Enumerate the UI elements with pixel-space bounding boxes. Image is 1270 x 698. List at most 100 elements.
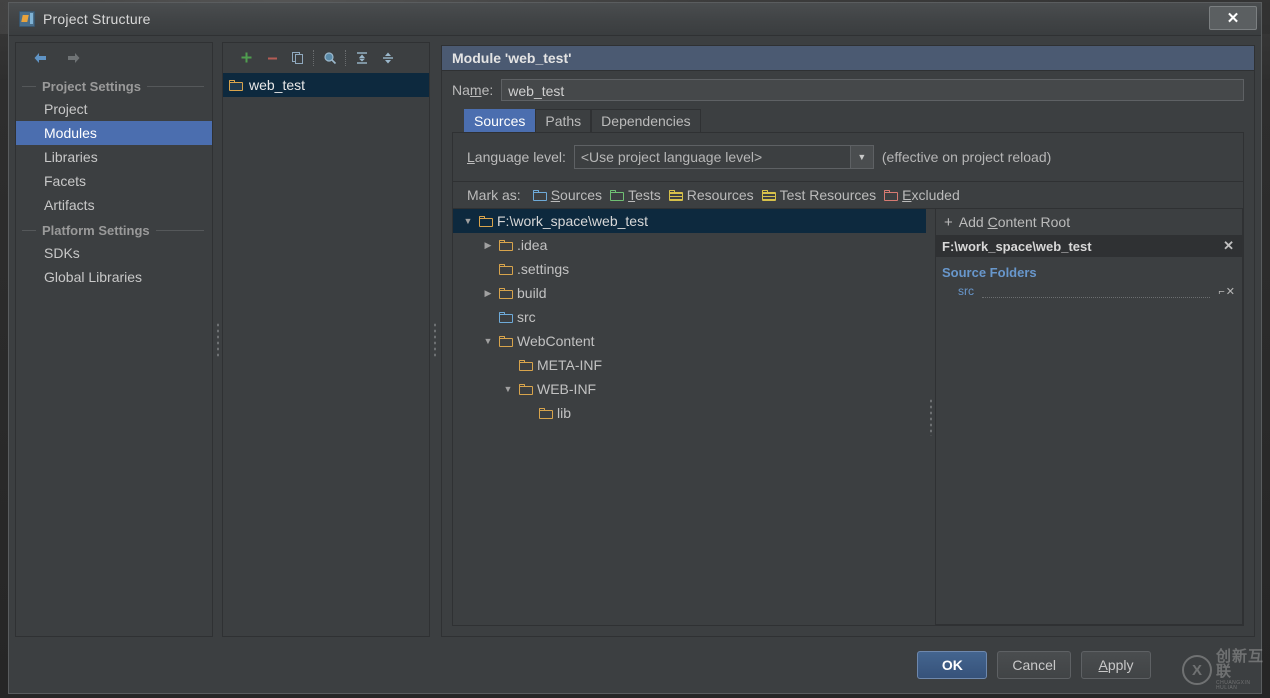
sidebar-item-sdks[interactable]: SDKs [16, 241, 212, 265]
chevron-down-icon[interactable]: ▼ [849, 146, 873, 168]
platform-settings-group: Platform Settings SDKs Global Libraries [16, 217, 212, 289]
table-row[interactable]: ▶ .idea [453, 233, 926, 257]
folder-icon [499, 239, 513, 251]
plus-icon: + [944, 213, 953, 231]
mark-as-test-resources[interactable]: Test Resources [761, 187, 877, 203]
chevron-down-icon[interactable]: ▼ [461, 214, 475, 228]
folder-icon [499, 263, 513, 275]
module-header: Module 'web_test' [441, 45, 1255, 71]
settings-categories-pane: Project Settings Project Modules Librari… [15, 42, 213, 637]
apply-button[interactable]: Apply [1081, 651, 1151, 679]
tab-dependencies[interactable]: Dependencies [591, 109, 701, 132]
mark-as-test-resources-label: Test Resources [779, 187, 877, 203]
tab-sources[interactable]: Sources [464, 109, 536, 132]
sidebar-item-artifacts[interactable]: Artifacts [16, 193, 212, 217]
module-tabs: Sources Paths Dependencies [442, 101, 1254, 132]
table-row[interactable]: ▶ META-INF [453, 353, 926, 377]
project-settings-group: Project Settings Project Modules Librari… [16, 73, 212, 217]
tree-item-label: lib [557, 405, 572, 421]
modules-list-pane: web_test [222, 42, 430, 637]
language-level-value: <Use project language level> [580, 149, 763, 165]
sidebar-item-libraries[interactable]: Libraries [16, 145, 212, 169]
chevron-right-icon[interactable]: ▶ [481, 286, 495, 300]
folder-source-icon [499, 311, 513, 323]
sidebar-item-facets[interactable]: Facets [16, 169, 212, 193]
tree-item-label: WEB-INF [537, 381, 597, 397]
folder-excluded-icon [884, 189, 899, 201]
mark-as-tests-label: Tests [628, 187, 661, 203]
arrow-forward-icon[interactable] [64, 50, 82, 66]
mark-as-resources[interactable]: Resources [668, 187, 754, 203]
sidebar-item-global-libraries[interactable]: Global Libraries [16, 265, 212, 289]
folder-icon [479, 215, 493, 227]
tree-item-label: META-INF [537, 357, 603, 373]
table-row[interactable]: ▶ lib [453, 401, 926, 425]
mark-as-sources-label: Sources [550, 187, 603, 203]
sidebar-item-project[interactable]: Project [16, 97, 212, 121]
mark-as-row: Mark as: Sources Tests Resources Test Re… [453, 182, 1243, 208]
list-item[interactable]: web_test [223, 73, 429, 97]
chevron-down-icon[interactable]: ▼ [481, 334, 495, 348]
table-row[interactable]: ▼ WEB-INF [453, 377, 926, 401]
module-name-label: web_test [249, 77, 306, 93]
copy-module-button[interactable] [285, 47, 311, 69]
modules-toolbar [223, 43, 429, 73]
table-row[interactable]: ▼ WebContent [453, 329, 926, 353]
platform-settings-header: Platform Settings [16, 219, 212, 241]
table-row[interactable]: ▶ build [453, 281, 926, 305]
folder-tests-icon [610, 189, 625, 201]
content-root-path: F:\work_space\web_test [942, 238, 1092, 254]
mark-as-sources[interactable]: Sources [532, 187, 603, 203]
language-level-row: Language level: <Use project language le… [453, 133, 1243, 182]
module-details-pane: Module 'web_test' Name: web_test Sources… [439, 42, 1255, 637]
modules-list: web_test [223, 73, 429, 636]
folder-icon [499, 287, 513, 299]
project-structure-dialog: Project Structure ✕ Project Settings Pro… [8, 2, 1262, 694]
toolbar-separator-1 [313, 50, 315, 66]
mark-as-tests[interactable]: Tests [610, 187, 661, 203]
add-module-button[interactable] [233, 47, 259, 69]
chevron-right-icon[interactable]: ▶ [481, 238, 495, 252]
sidebar-item-modules[interactable]: Modules [16, 121, 212, 145]
sources-splitter[interactable] [926, 208, 935, 625]
project-settings-header: Project Settings [16, 75, 212, 97]
intellij-idea-icon [19, 11, 35, 27]
tree-item-label: WebContent [517, 333, 595, 349]
collapse-all-icon[interactable] [375, 47, 401, 69]
chevron-down-icon[interactable]: ▼ [501, 382, 515, 396]
mark-as-resources-label: Resources [686, 187, 754, 203]
tab-paths[interactable]: Paths [535, 109, 592, 132]
expand-all-icon[interactable] [349, 47, 375, 69]
source-folder-actions[interactable]: ⌐✕ [1218, 285, 1236, 298]
language-level-note: (effective on project reload) [881, 149, 1052, 165]
table-row[interactable]: ▶ .settings [453, 257, 926, 281]
folder-icon [519, 359, 533, 371]
table-row[interactable]: ▶ src [453, 305, 926, 329]
remove-module-button[interactable] [259, 47, 285, 69]
mark-as-excluded[interactable]: Excluded [884, 187, 960, 203]
ok-button[interactable]: OK [917, 651, 988, 679]
add-content-root-button[interactable]: + Add Content Root [936, 209, 1242, 235]
search-icon[interactable] [317, 47, 343, 69]
arrow-back-icon[interactable] [32, 50, 50, 66]
module-content-box: Name: web_test Sources Paths Dependencie… [441, 71, 1255, 637]
close-icon[interactable]: ✕ [1223, 238, 1234, 254]
twisty-placeholder: ▶ [501, 358, 515, 372]
panes-container: Project Settings Project Modules Librari… [9, 36, 1261, 637]
source-folder-entry[interactable]: src ⌐✕ [936, 282, 1242, 300]
module-name-input[interactable]: web_test [501, 79, 1244, 101]
content-roots-pane: + Add Content Root F:\work_space\web_tes… [935, 208, 1243, 625]
table-row[interactable]: ▼ F:\work_space\web_test [453, 209, 926, 233]
sources-area: ▼ F:\work_space\web_test ▶ .idea .settin… [453, 208, 1243, 625]
dialog-footer: OK Cancel Apply [9, 637, 1261, 693]
mark-as-excluded-label: Excluded [902, 187, 960, 203]
cancel-button[interactable]: Cancel [997, 651, 1071, 679]
content-root-row[interactable]: F:\work_space\web_test ✕ [936, 235, 1242, 257]
middle-splitter[interactable] [430, 42, 439, 637]
tree-item-label: build [517, 285, 547, 301]
folder-sources-icon [532, 189, 547, 201]
language-level-select[interactable]: <Use project language level> ▼ [573, 145, 874, 169]
tree-item-label: .settings [517, 261, 570, 277]
close-icon[interactable]: ✕ [1209, 6, 1257, 30]
left-splitter[interactable] [213, 42, 222, 637]
